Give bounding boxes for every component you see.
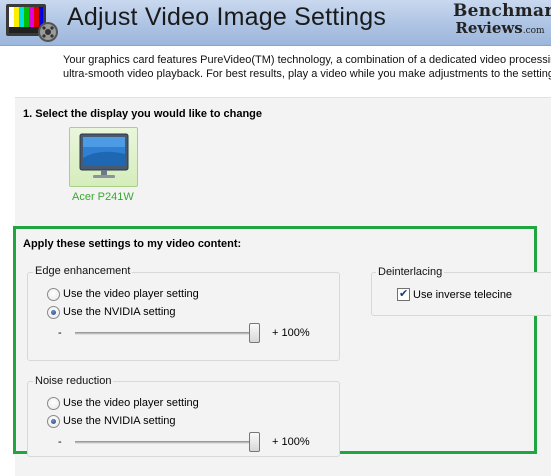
display-name-label: Acer P241W <box>72 191 134 203</box>
edge-option-player-label[interactable]: Use the video player setting <box>63 288 199 300</box>
header-bar: Adjust Video Image Settings Benchmark Re… <box>0 0 551 46</box>
checkmark-icon: ✔ <box>399 288 409 300</box>
edge-option-nvidia-label[interactable]: Use the NVIDIA setting <box>63 306 176 318</box>
display-tile-acer[interactable] <box>69 127 138 187</box>
noise-radio-nvidia[interactable] <box>47 415 60 428</box>
page-title: Adjust Video Image Settings <box>67 3 387 31</box>
edge-slider-min-label: - <box>58 327 62 339</box>
edge-radio-player[interactable] <box>47 288 60 301</box>
inverse-telecine-label[interactable]: Use inverse telecine <box>413 289 512 301</box>
edge-radio-nvidia[interactable] <box>47 306 60 319</box>
noise-radio-player[interactable] <box>47 397 60 410</box>
video-settings-icon <box>6 4 58 42</box>
noise-option-player-label[interactable]: Use the video player setting <box>63 397 199 409</box>
monitor-icon <box>79 133 129 178</box>
inverse-telecine-checkbox[interactable]: ✔ <box>397 288 410 301</box>
edge-slider-value: + 100% <box>272 327 310 339</box>
noise-slider-thumb[interactable] <box>249 432 260 452</box>
noise-slider-track[interactable] <box>75 441 258 444</box>
noise-slider-value: + 100% <box>272 436 310 448</box>
intro-text: Your graphics card features PureVideo(TM… <box>63 54 551 80</box>
benchmark-reviews-logo: Benchmark Reviews.com <box>453 1 551 37</box>
section-title-video: Apply these settings to my video content… <box>23 238 242 250</box>
noise-slider-min-label: - <box>58 436 62 448</box>
noise-option-nvidia-label[interactable]: Use the NVIDIA setting <box>63 415 176 427</box>
edge-enhancement-title: Edge enhancement <box>33 265 133 277</box>
edge-slider-track[interactable] <box>75 332 258 335</box>
section-title-display: 1. Select the display you would like to … <box>23 108 263 120</box>
noise-reduction-title: Noise reduction <box>33 375 114 387</box>
deinterlacing-title: Deinterlacing <box>376 266 445 278</box>
edge-slider-thumb[interactable] <box>249 323 260 343</box>
